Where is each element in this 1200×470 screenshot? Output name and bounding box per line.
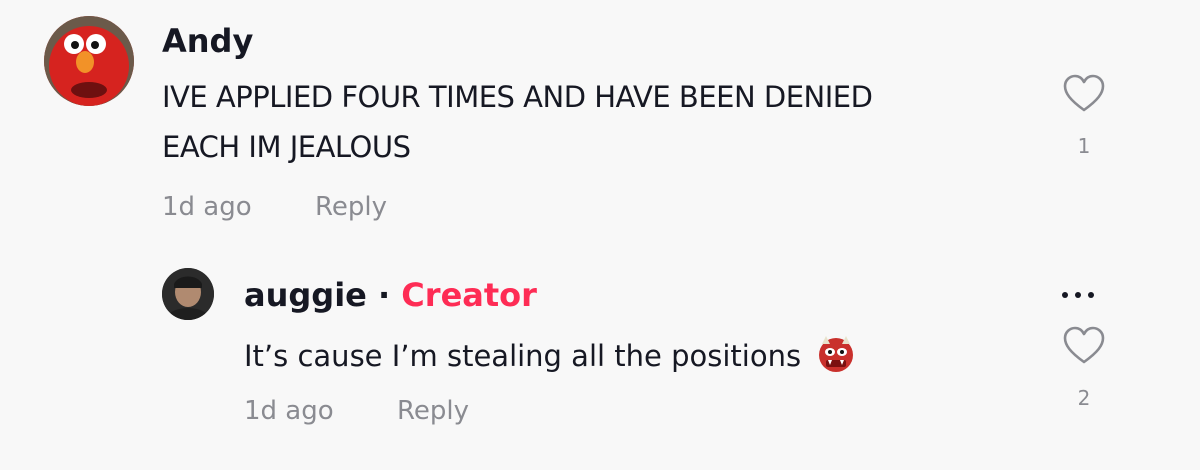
commenter-username[interactable]: Andy (162, 22, 253, 60)
reply: auggie · Creator It’s cause I’m stealing… (0, 250, 1200, 450)
separator-dot: · (378, 276, 391, 314)
reply-timestamp: 1d ago (244, 396, 334, 426)
reply-text: It’s cause I’m stealing all the position… (244, 334, 856, 374)
creator-badge: Creator (401, 276, 537, 314)
reply-reply-button[interactable]: Reply (397, 396, 469, 426)
like-count: 1 (1077, 134, 1091, 158)
elmo-avatar-icon (44, 16, 134, 106)
reply-username[interactable]: auggie (244, 276, 367, 314)
comment-reply-button[interactable]: Reply (315, 192, 387, 222)
reply-avatar[interactable] (162, 268, 214, 320)
comment-timestamp: 1d ago (162, 192, 252, 222)
commenter-avatar[interactable] (44, 16, 134, 106)
reply-like-count: 2 (1077, 386, 1091, 410)
more-options-icon[interactable] (1062, 292, 1094, 298)
ogre-emoji-icon (819, 336, 854, 372)
comment-text-line-2: EACH IM JEALOUS (162, 130, 411, 164)
user-avatar-icon (162, 268, 214, 320)
reply-like-heart-icon[interactable] (1062, 326, 1106, 366)
reply-header: auggie · Creator (244, 276, 537, 314)
like-heart-icon[interactable] (1062, 74, 1106, 114)
reply-text-content: It’s cause I’m stealing all the position… (244, 339, 802, 373)
comment-text-line-1: IVE APPLIED FOUR TIMES AND HAVE BEEN DEN… (162, 80, 873, 114)
comment: Andy IVE APPLIED FOUR TIMES AND HAVE BEE… (0, 0, 1200, 240)
